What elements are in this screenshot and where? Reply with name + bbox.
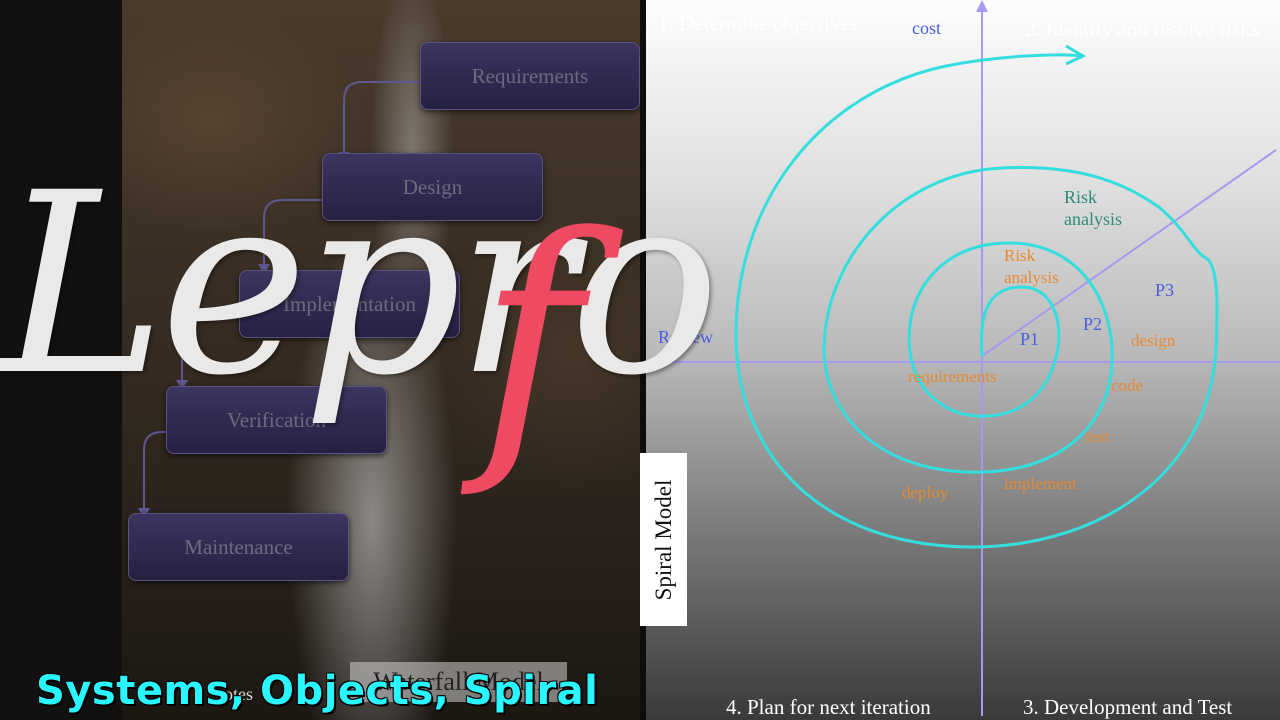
risk-analysis-inner: Risk analysis (1004, 246, 1059, 287)
waterfall-step-requirements: Requirements (420, 42, 640, 110)
phase-label-p3: P3 (1155, 280, 1175, 300)
phase-label-p2: P2 (1083, 314, 1103, 334)
quadrant-label-2: 2. Identify and resolve risks (1025, 17, 1259, 41)
activity-implement: implement (1004, 474, 1077, 493)
quadrant-label-3: 3. Development and Test (1023, 695, 1233, 719)
quadrant-label-4: 4. Plan for next iteration (726, 695, 931, 719)
activity-requirements: requirements (908, 367, 997, 386)
video-title: Systems, Objects, Spiral (36, 668, 599, 714)
leprof-logo-accent: f (478, 177, 582, 503)
spiral-model-panel: 1. Determine objectives 2. Identify and … (646, 0, 1280, 720)
spiral-diagram (646, 0, 1280, 716)
spiral-model-side-label: Spiral Model (640, 453, 687, 626)
vertical-axis-arrowhead (976, 0, 988, 12)
activity-design: design (1131, 331, 1176, 350)
risk-analysis-outer: Risk analysis (1064, 187, 1122, 229)
waterfall-step-maintenance: Maintenance (128, 513, 349, 581)
cost-axis-label: cost (912, 18, 941, 38)
leprof-logo: Lepro (0, 139, 720, 430)
spiral-curve (734, 53, 1219, 549)
activity-test: test (1086, 427, 1110, 446)
activity-code: code (1111, 376, 1144, 395)
quadrant-label-1: 1. Determine objectives (658, 11, 859, 35)
activity-deploy: deploy (902, 483, 949, 502)
phase-label-p1: P1 (1020, 329, 1040, 349)
